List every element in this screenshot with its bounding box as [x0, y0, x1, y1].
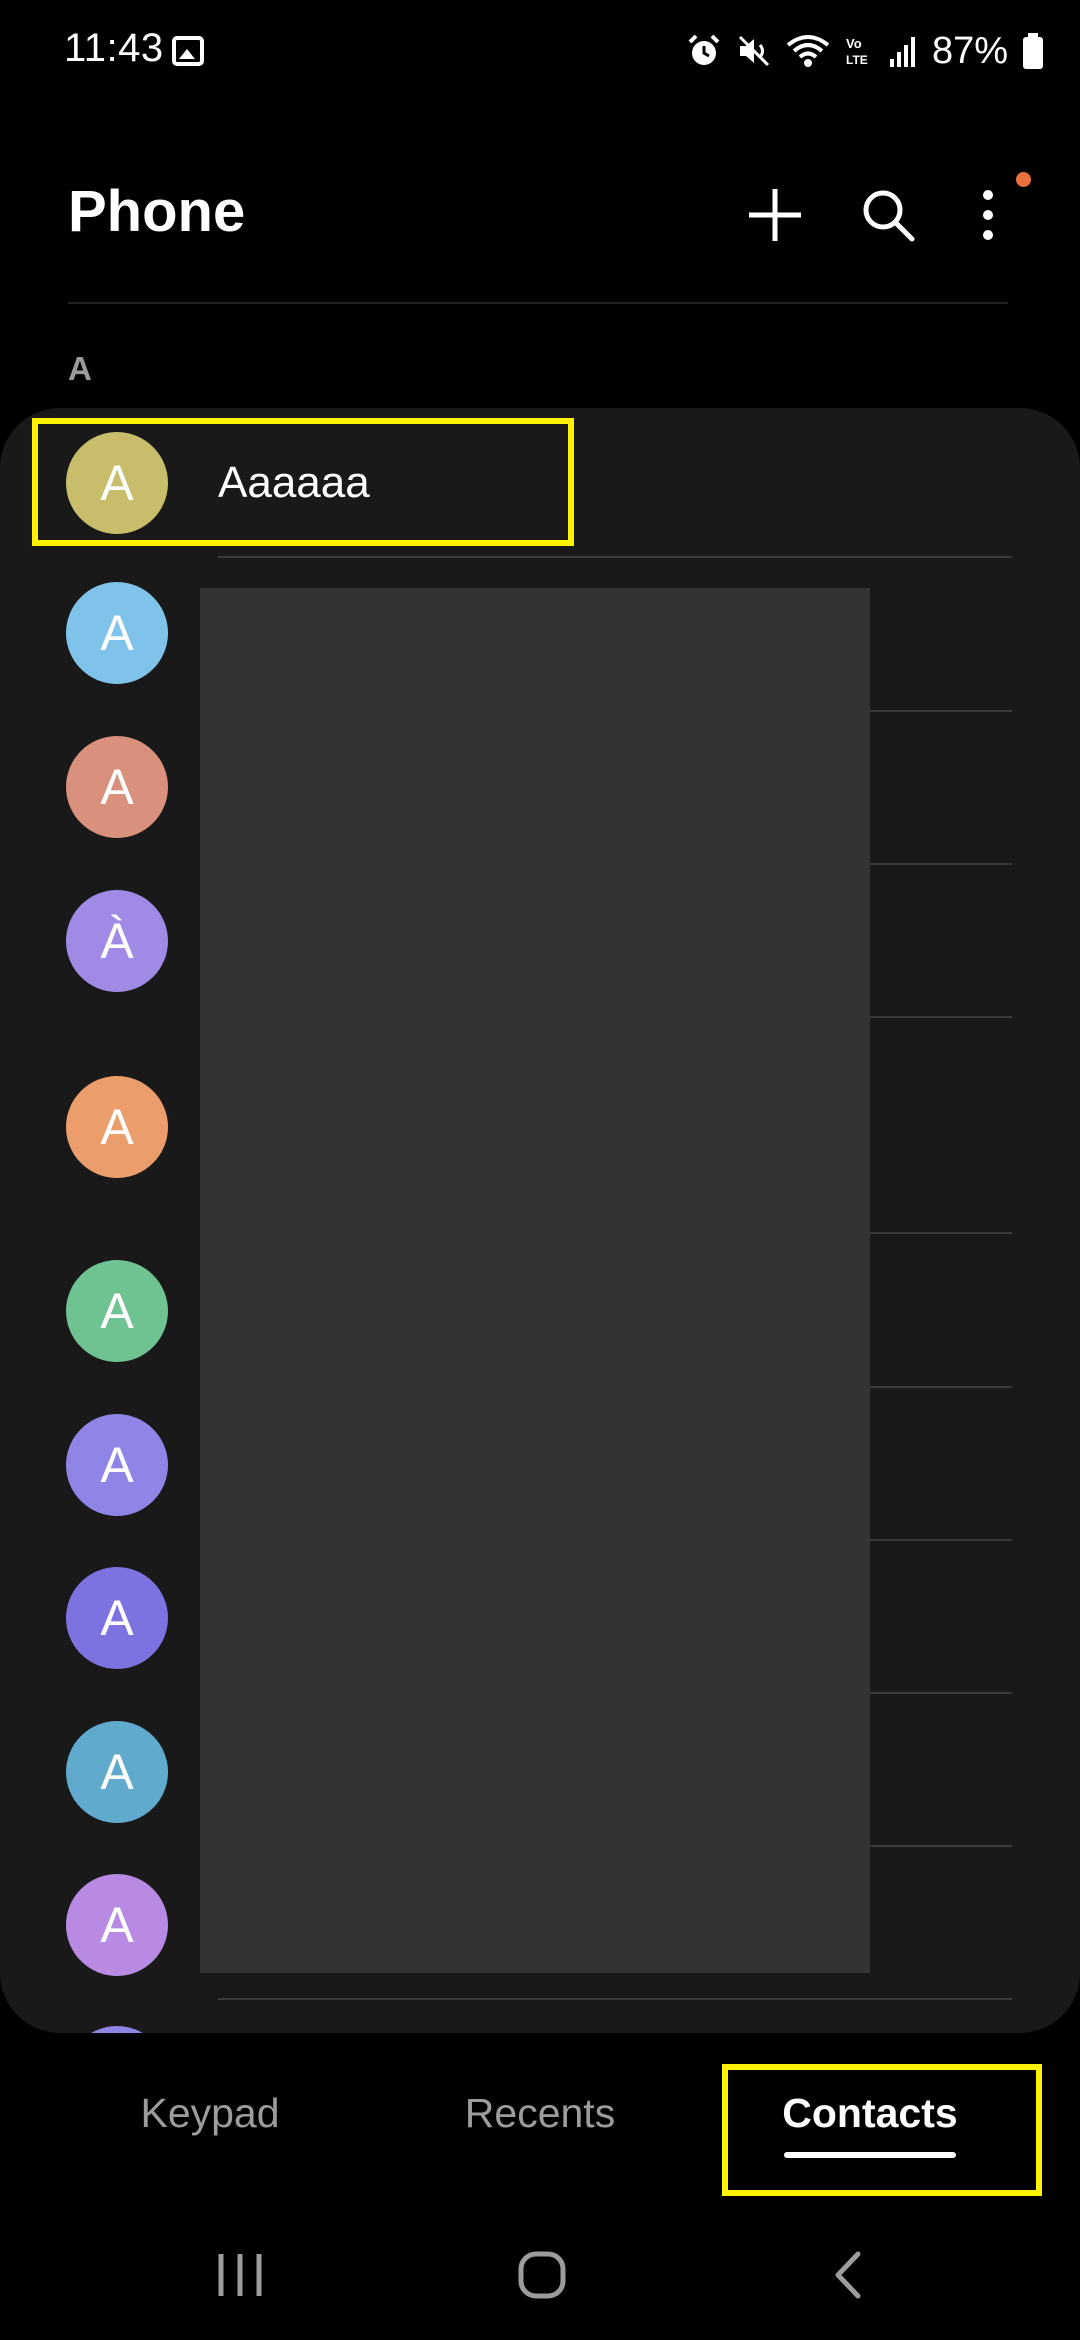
battery-percentage: 87%	[931, 29, 1008, 72]
contact-avatar: A	[66, 582, 168, 684]
tab-keypad[interactable]: Keypad	[110, 2090, 310, 2137]
signal-icon	[888, 33, 918, 69]
home-icon	[518, 2251, 566, 2299]
svg-text:LTE: LTE	[846, 53, 868, 67]
highlight-first-contact	[32, 418, 574, 546]
add-icon	[749, 189, 801, 241]
phone-app-screen: 11:43 Vo LTE 87% Phone A A Aaaaaa A A À …	[0, 0, 1080, 2340]
contact-avatar-partial	[66, 2026, 168, 2033]
svg-text:Vo: Vo	[846, 36, 862, 51]
home-button[interactable]	[502, 2240, 582, 2310]
wifi-icon	[786, 33, 830, 69]
recent-apps-icon	[218, 2254, 262, 2296]
contact-avatar: A	[66, 1414, 168, 1516]
volte-icon: Vo LTE	[844, 33, 874, 69]
contact-avatar: A	[66, 1721, 168, 1823]
add-contact-button[interactable]	[740, 180, 810, 250]
more-options-button[interactable]	[953, 180, 1023, 250]
highlight-contacts-tab	[722, 2064, 1042, 2196]
more-options-icon	[983, 190, 993, 240]
search-button[interactable]	[853, 180, 923, 250]
row-divider	[218, 556, 1012, 558]
row-divider	[218, 1998, 1012, 2000]
section-index-letter: A	[68, 350, 92, 387]
battery-icon	[1022, 32, 1044, 70]
back-icon	[835, 2251, 861, 2299]
status-icons: Vo LTE 87%	[686, 26, 1044, 76]
contact-list[interactable]: A Aaaaaa A A À A A A A A A	[0, 408, 1080, 2033]
back-button[interactable]	[808, 2240, 888, 2310]
contact-avatar: A	[66, 736, 168, 838]
gallery-icon	[172, 36, 204, 66]
status-time: 11:43	[64, 26, 164, 70]
contact-avatar: A	[66, 1260, 168, 1362]
alarm-icon	[686, 33, 722, 69]
contact-avatar: A	[66, 1874, 168, 1976]
mute-icon	[736, 33, 772, 69]
search-icon	[863, 190, 915, 242]
page-title: Phone	[68, 179, 246, 244]
header-divider	[68, 302, 1008, 304]
notification-dot	[1016, 172, 1031, 187]
recent-apps-button[interactable]	[200, 2240, 280, 2310]
tab-recents[interactable]: Recents	[440, 2090, 640, 2137]
contact-avatar: A	[66, 1076, 168, 1178]
redacted-region	[200, 588, 870, 1973]
contact-avatar: A	[66, 1567, 168, 1669]
status-bar: 11:43 Vo LTE 87%	[0, 0, 1080, 100]
contact-avatar: À	[66, 890, 168, 992]
